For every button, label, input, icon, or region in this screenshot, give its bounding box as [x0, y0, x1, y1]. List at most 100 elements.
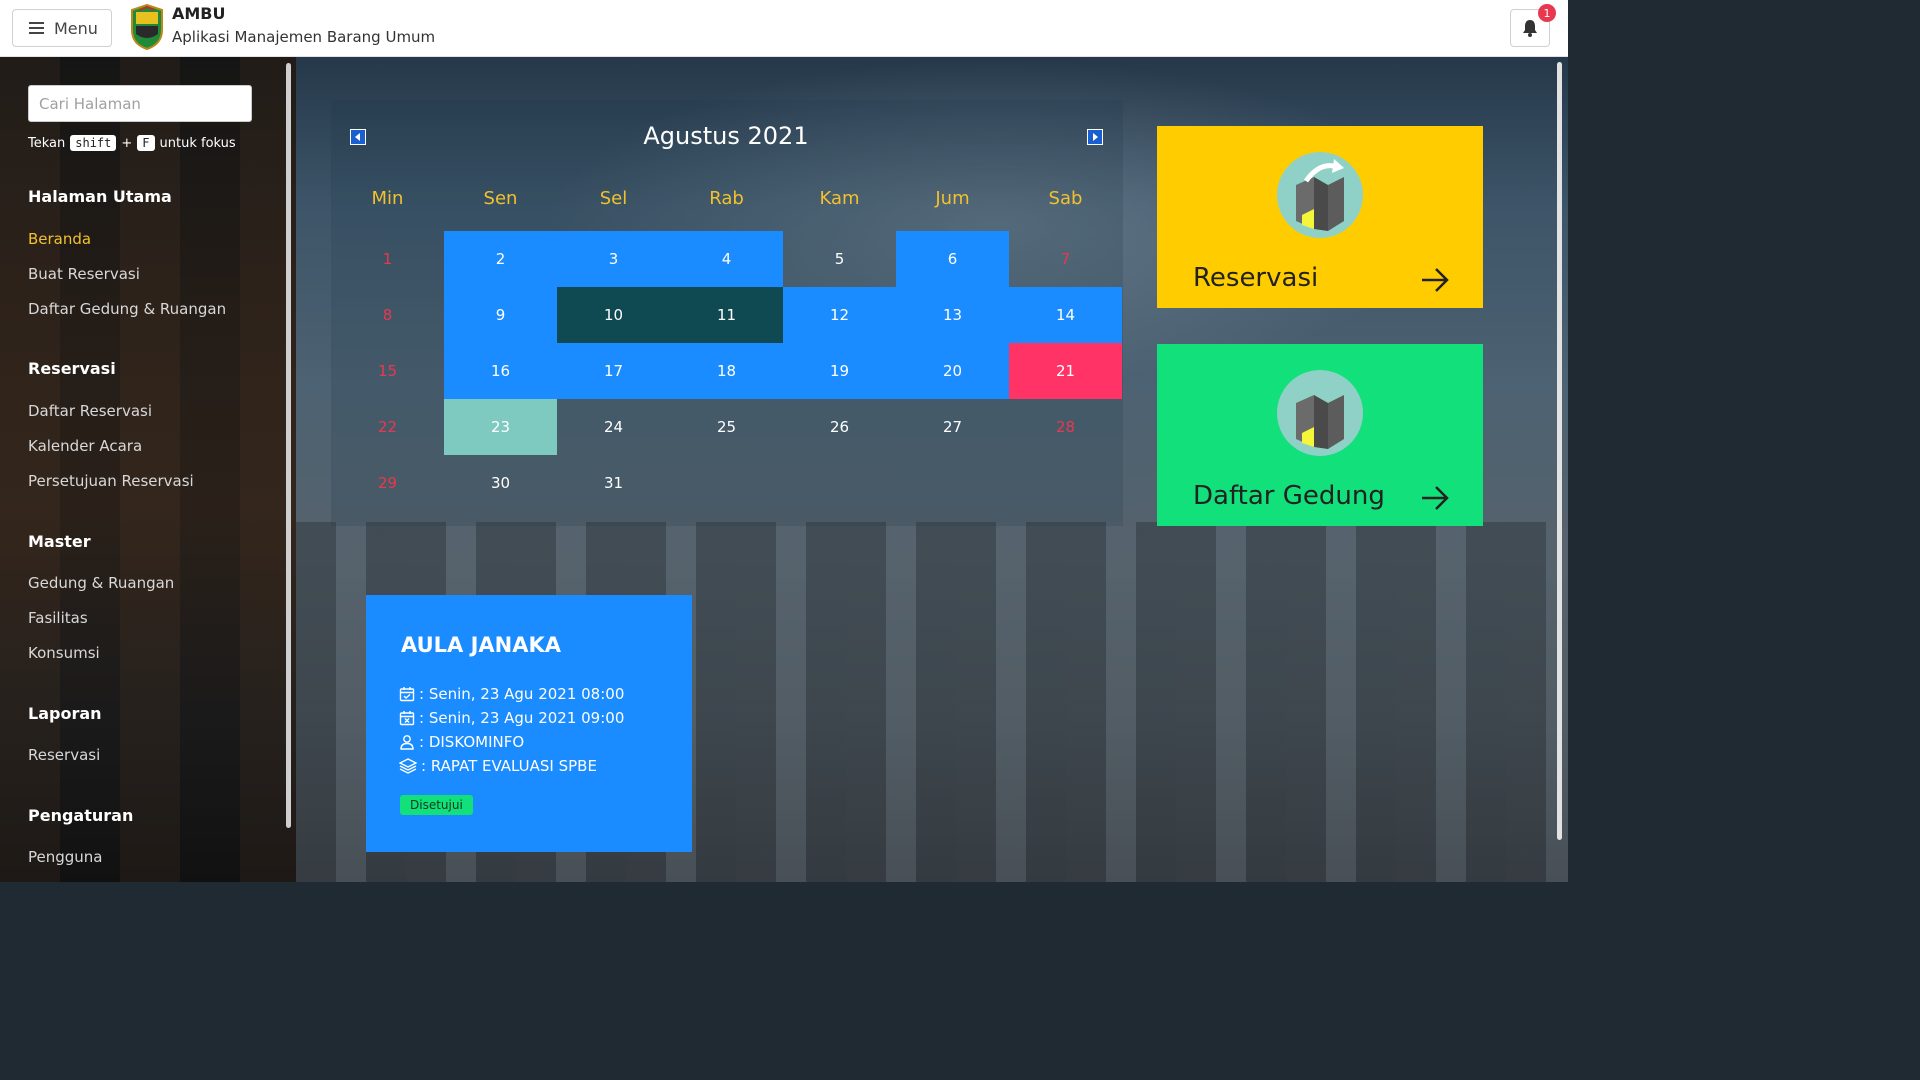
hint-key-shift: shift	[70, 135, 117, 151]
day-of-week-header: Min	[371, 188, 404, 209]
search-input[interactable]	[28, 85, 252, 122]
event-card[interactable]: AULA JANAKA : Senin, 23 Agu 2021 08:00 :…	[366, 595, 692, 852]
reservasi-card[interactable]: Reservasi	[1157, 126, 1483, 308]
calendar-day[interactable]: 10	[557, 287, 670, 343]
arrow-right-icon	[1422, 268, 1449, 292]
sidebar: Tekan shift + F untuk fokus Halaman Utam…	[0, 57, 296, 882]
menu-button-label: Menu	[54, 18, 98, 38]
calendar-day[interactable]: 12	[783, 287, 896, 343]
top-bar: Menu AMBU Aplikasi Manajemen Barang Umum…	[0, 0, 1568, 57]
sidebar-item-daftar-gedung-ruangan[interactable]: Daftar Gedung & Ruangan	[28, 300, 226, 318]
sidebar-item-laporan-reservasi[interactable]: Reservasi	[28, 746, 100, 764]
caret-left-icon	[355, 133, 360, 141]
sidebar-item-gedung-ruangan[interactable]: Gedung & Ruangan	[28, 574, 174, 592]
day-of-week-header: Kam	[819, 188, 860, 209]
caret-right-icon	[1093, 133, 1098, 141]
daftar-gedung-card[interactable]: Daftar Gedung	[1157, 344, 1483, 526]
calendar-day[interactable]: 15	[331, 343, 444, 399]
main-scrollbar[interactable]	[1557, 62, 1562, 840]
calendar-day[interactable]: 19	[783, 343, 896, 399]
sidebar-item-daftar-reservasi[interactable]: Daftar Reservasi	[28, 402, 152, 420]
hamburger-icon	[29, 22, 44, 34]
event-organizer: : DISKOMINFO	[419, 733, 525, 751]
calendar-day[interactable]: 13	[896, 287, 1009, 343]
calendar-day[interactable]: 21	[1009, 343, 1122, 399]
arrow-right-icon	[1422, 486, 1449, 510]
reservasi-icon	[1277, 152, 1363, 238]
sidebar-item-buat-reservasi[interactable]: Buat Reservasi	[28, 265, 140, 283]
event-activity-line: : RAPAT EVALUASI SPBE	[399, 757, 597, 775]
event-organizer-line: : DISKOMINFO	[399, 733, 524, 751]
calendar-day-selected[interactable]: 23	[444, 399, 557, 455]
calendar-day[interactable]: 22	[331, 399, 444, 455]
calendar-day[interactable]: 4	[670, 231, 783, 287]
calendar-day[interactable]: 29	[331, 455, 444, 511]
calendar-day[interactable]: 31	[557, 455, 670, 511]
app-logo-icon	[131, 4, 163, 50]
hint-plus: +	[121, 135, 133, 151]
building-icon	[1277, 370, 1363, 456]
calendar-day[interactable]: 16	[444, 343, 557, 399]
day-of-week-header: Sab	[1048, 188, 1083, 209]
calendar-month-title: Agustus 2021	[643, 122, 809, 150]
bell-icon	[1523, 20, 1537, 37]
hint-suffix: untuk fokus	[159, 135, 236, 151]
sidebar-scrollbar[interactable]	[286, 63, 291, 828]
calendar-day[interactable]: 5	[783, 231, 896, 287]
calendar-day[interactable]: 20	[896, 343, 1009, 399]
search-hint: Tekan shift + F untuk fokus	[28, 135, 236, 151]
calendar-day[interactable]: 17	[557, 343, 670, 399]
event-end: : Senin, 23 Agu 2021 09:00	[419, 709, 625, 727]
calendar-day[interactable]: 25	[670, 399, 783, 455]
event-activity: : RAPAT EVALUASI SPBE	[421, 757, 597, 775]
menu-button[interactable]: Menu	[12, 9, 112, 47]
section-title-laporan: Laporan	[28, 704, 102, 723]
day-of-week-header: Sen	[483, 188, 518, 209]
sidebar-item-konsumsi[interactable]: Konsumsi	[28, 644, 100, 662]
app-subtitle: Aplikasi Manajemen Barang Umum	[172, 28, 436, 46]
calendar-day[interactable]: 2	[444, 231, 557, 287]
sidebar-item-persetujuan-reservasi[interactable]: Persetujuan Reservasi	[28, 472, 194, 490]
calendar-day[interactable]: 11	[670, 287, 783, 343]
event-end-line: : Senin, 23 Agu 2021 09:00	[399, 709, 624, 727]
calendar-day[interactable]: 26	[783, 399, 896, 455]
app-name: AMBU	[172, 4, 226, 23]
section-title-master: Master	[28, 532, 91, 551]
sidebar-item-fasilitas[interactable]: Fasilitas	[28, 609, 88, 627]
day-of-week-header: Sel	[599, 188, 628, 209]
reservasi-card-label: Reservasi	[1193, 263, 1319, 293]
calendar-day[interactable]: 8	[331, 287, 444, 343]
calendar-next-button[interactable]	[1087, 129, 1103, 145]
calendar-x-icon	[399, 711, 415, 726]
calendar-day[interactable]: 3	[557, 231, 670, 287]
event-start-line: : Senin, 23 Agu 2021 08:00	[399, 685, 624, 703]
day-of-week-header: Jum	[935, 188, 970, 209]
calendar-day[interactable]: 18	[670, 343, 783, 399]
section-title-halaman-utama: Halaman Utama	[28, 187, 172, 206]
layers-icon	[399, 758, 417, 774]
calendar-prev-button[interactable]	[350, 129, 366, 145]
hint-prefix: Tekan	[28, 135, 66, 151]
calendar-day[interactable]: 9	[444, 287, 557, 343]
hint-key-f: F	[137, 135, 155, 151]
sidebar-item-kalender-acara[interactable]: Kalender Acara	[28, 437, 142, 455]
sidebar-item-pengguna[interactable]: Pengguna	[28, 848, 103, 866]
calendar-check-icon	[399, 687, 415, 702]
day-of-week-header: Rab	[709, 188, 744, 209]
section-title-reservasi: Reservasi	[28, 359, 116, 378]
sidebar-item-beranda[interactable]: Beranda	[28, 230, 91, 248]
notification-badge: 1	[1538, 4, 1556, 22]
calendar-day[interactable]: 6	[896, 231, 1009, 287]
calendar-day[interactable]: 28	[1009, 399, 1122, 455]
section-title-pengaturan: Pengaturan	[28, 806, 134, 825]
calendar-day[interactable]: 14	[1009, 287, 1122, 343]
status-badge: Disetujui	[400, 795, 473, 815]
calendar-day[interactable]: 7	[1009, 231, 1122, 287]
calendar-day[interactable]: 1	[331, 231, 444, 287]
calendar-day[interactable]: 30	[444, 455, 557, 511]
daftar-gedung-card-label: Daftar Gedung	[1193, 481, 1385, 511]
person-icon	[400, 735, 414, 750]
calendar-day[interactable]: 27	[896, 399, 1009, 455]
event-title: AULA JANAKA	[401, 633, 562, 657]
calendar-day[interactable]: 24	[557, 399, 670, 455]
